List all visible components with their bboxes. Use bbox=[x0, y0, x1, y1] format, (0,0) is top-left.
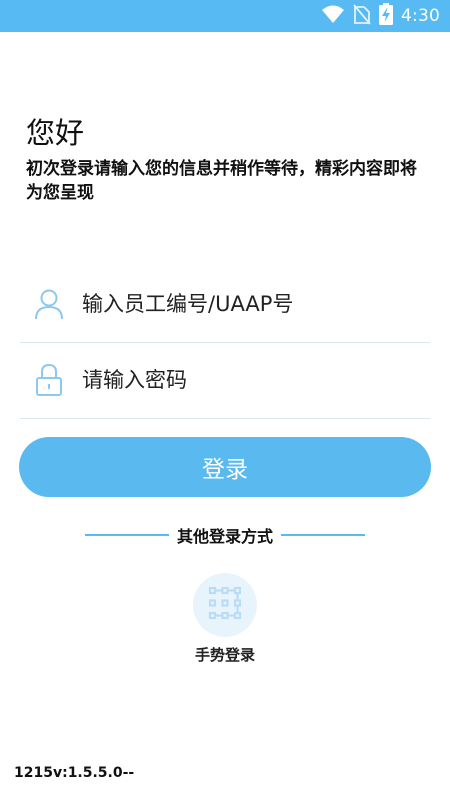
divider-line-left bbox=[85, 534, 169, 536]
account-field[interactable] bbox=[20, 266, 430, 343]
wifi-icon bbox=[321, 4, 345, 28]
divider-line-right bbox=[281, 534, 366, 536]
status-icons: 4:30 bbox=[321, 3, 440, 29]
version-text: 1215v:1.5.5.0-- bbox=[14, 765, 135, 781]
lock-icon bbox=[33, 363, 65, 397]
gesture-grid-icon bbox=[207, 585, 243, 625]
status-bar: 4:30 bbox=[0, 0, 450, 32]
login-button[interactable]: 登录 bbox=[19, 437, 431, 497]
gesture-icon-circle[interactable] bbox=[193, 573, 257, 637]
battery-charging-icon bbox=[379, 3, 394, 29]
status-time: 4:30 bbox=[401, 6, 440, 26]
other-login-divider: 其他登录方式 bbox=[85, 523, 366, 547]
gesture-login-button[interactable]: 手势登录 bbox=[180, 573, 270, 673]
user-icon bbox=[33, 287, 65, 321]
other-login-label: 其他登录方式 bbox=[177, 527, 274, 546]
gesture-login-label: 手势登录 bbox=[194, 646, 255, 664]
greeting-title: 您好 bbox=[26, 116, 85, 150]
account-input[interactable] bbox=[82, 292, 402, 316]
password-input[interactable] bbox=[82, 368, 402, 392]
password-field[interactable] bbox=[20, 342, 430, 419]
greeting-subtitle: 初次登录请输入您的信息并稍作等待，精彩内容即将为您呈现 bbox=[26, 159, 417, 203]
no-sim-icon bbox=[353, 3, 371, 29]
